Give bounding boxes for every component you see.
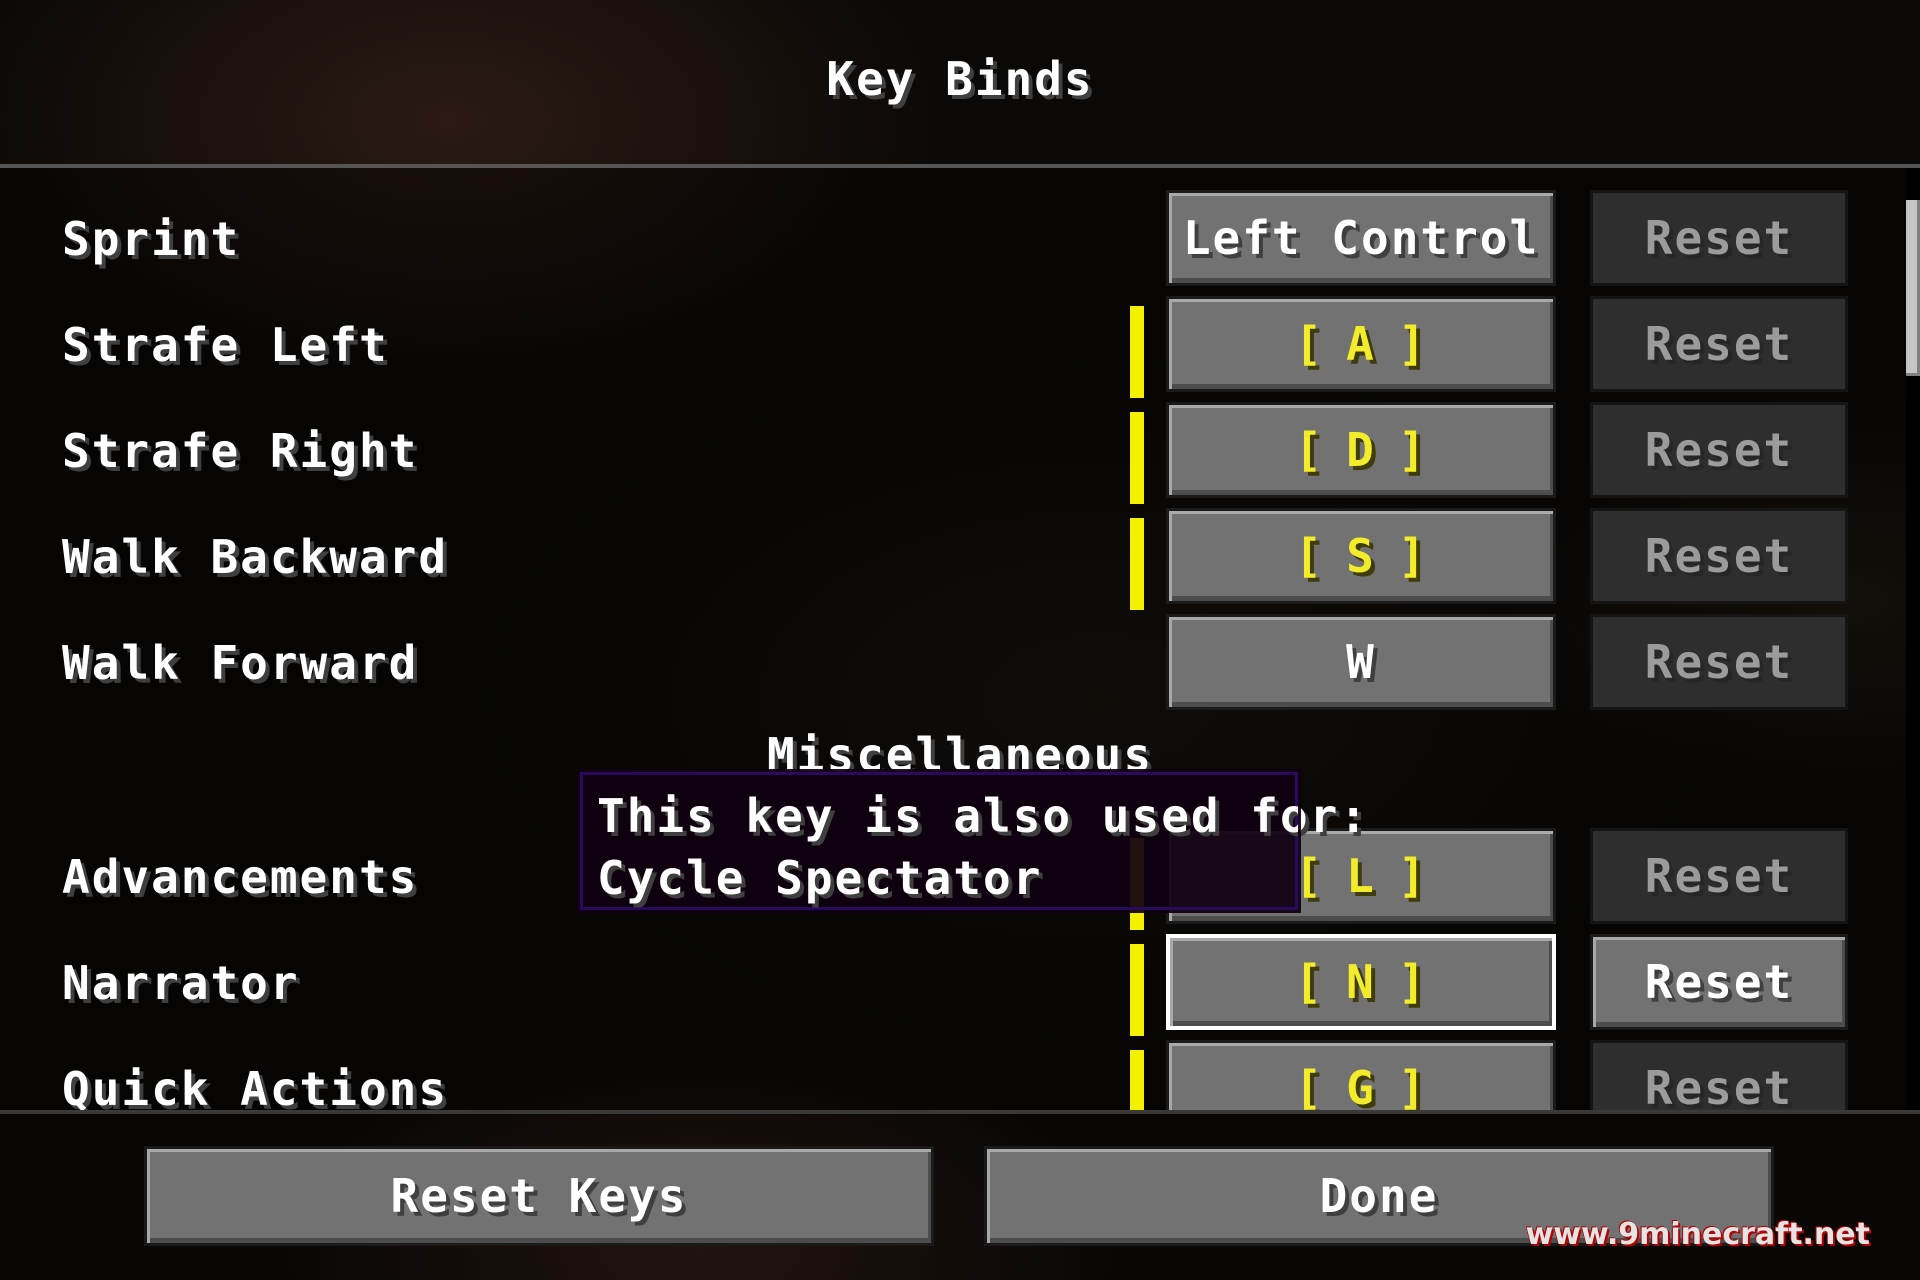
keybind-button-sprint[interactable]: Left Control xyxy=(1166,190,1556,286)
watermark: www.9minecraft.net xyxy=(1525,1217,1870,1252)
keybind-label: Strafe Right xyxy=(62,424,419,478)
keybind-label: Quick Actions xyxy=(62,1062,449,1110)
reset-button-walk-backward[interactable]: Reset xyxy=(1590,508,1848,604)
conflict-indicator xyxy=(1130,412,1144,504)
key-text: L xyxy=(1346,849,1376,903)
keybind-row-quick-actions: Quick Actions [G] Reset xyxy=(0,1040,1900,1110)
reset-button-strafe-left[interactable]: Reset xyxy=(1590,296,1848,392)
keybind-row-strafe-left: Strafe Left [A] Reset xyxy=(0,296,1900,398)
keybind-button-strafe-right[interactable]: [D] xyxy=(1166,402,1556,498)
keybind-button-quick-actions[interactable]: [G] xyxy=(1166,1040,1556,1110)
keybind-label: Strafe Left xyxy=(62,318,389,372)
key-text: N xyxy=(1346,955,1376,1009)
key-text: A xyxy=(1346,317,1376,371)
screen-header: Key Binds xyxy=(0,0,1920,165)
page-title: Key Binds xyxy=(826,52,1094,106)
conflict-indicator xyxy=(1130,1050,1144,1110)
keybind-button-walk-backward[interactable]: [S] xyxy=(1166,508,1556,604)
reset-keys-button[interactable]: Reset Keys xyxy=(144,1146,934,1246)
reset-button-quick-actions[interactable]: Reset xyxy=(1590,1040,1848,1110)
conflict-tooltip: This key is also used for: Cycle Spectat… xyxy=(577,769,1370,913)
keybind-label: Walk Forward xyxy=(62,636,419,690)
keybind-button-walk-forward[interactable]: W xyxy=(1166,614,1556,710)
keybind-row-walk-forward: Walk Forward W Reset xyxy=(0,614,1900,714)
keybind-label: Narrator xyxy=(62,956,300,1010)
reset-button-sprint[interactable]: Reset xyxy=(1590,190,1848,286)
keybind-button-narrator[interactable]: [N] xyxy=(1166,934,1556,1030)
key-text: S xyxy=(1346,529,1376,583)
keybind-row-strafe-right: Strafe Right [D] Reset xyxy=(0,402,1900,504)
key-text: D xyxy=(1346,423,1376,477)
key-text: G xyxy=(1346,1061,1376,1110)
keybind-row-sprint: Sprint Left Control Reset xyxy=(0,190,1900,290)
conflict-indicator xyxy=(1130,518,1144,610)
screen-footer: Reset Keys Done xyxy=(0,1114,1920,1280)
conflict-indicator xyxy=(1130,306,1144,398)
reset-button-advancements[interactable]: Reset xyxy=(1590,828,1848,924)
conflict-indicator xyxy=(1130,944,1144,1036)
keybind-row-narrator: Narrator [N] Reset xyxy=(0,934,1900,1036)
keybind-button-strafe-left[interactable]: [A] xyxy=(1166,296,1556,392)
reset-button-strafe-right[interactable]: Reset xyxy=(1590,402,1848,498)
reset-button-walk-forward[interactable]: Reset xyxy=(1590,614,1848,710)
tooltip-line: Cycle Spectator xyxy=(597,851,1043,905)
keybind-row-walk-backward: Walk Backward [S] Reset xyxy=(0,508,1900,610)
keybind-label: Sprint xyxy=(62,212,241,266)
key-text: W xyxy=(1346,635,1376,689)
keybind-list[interactable]: Sprint Left Control Reset Strafe Left [A… xyxy=(0,168,1920,1110)
keybind-label: Walk Backward xyxy=(62,530,449,584)
keybind-label: Advancements xyxy=(62,850,419,904)
key-text: Left Control xyxy=(1182,211,1540,265)
scrollbar-thumb[interactable] xyxy=(1906,200,1920,376)
tooltip-line: This key is also used for: xyxy=(597,789,1370,843)
reset-button-narrator[interactable]: Reset xyxy=(1590,934,1848,1030)
